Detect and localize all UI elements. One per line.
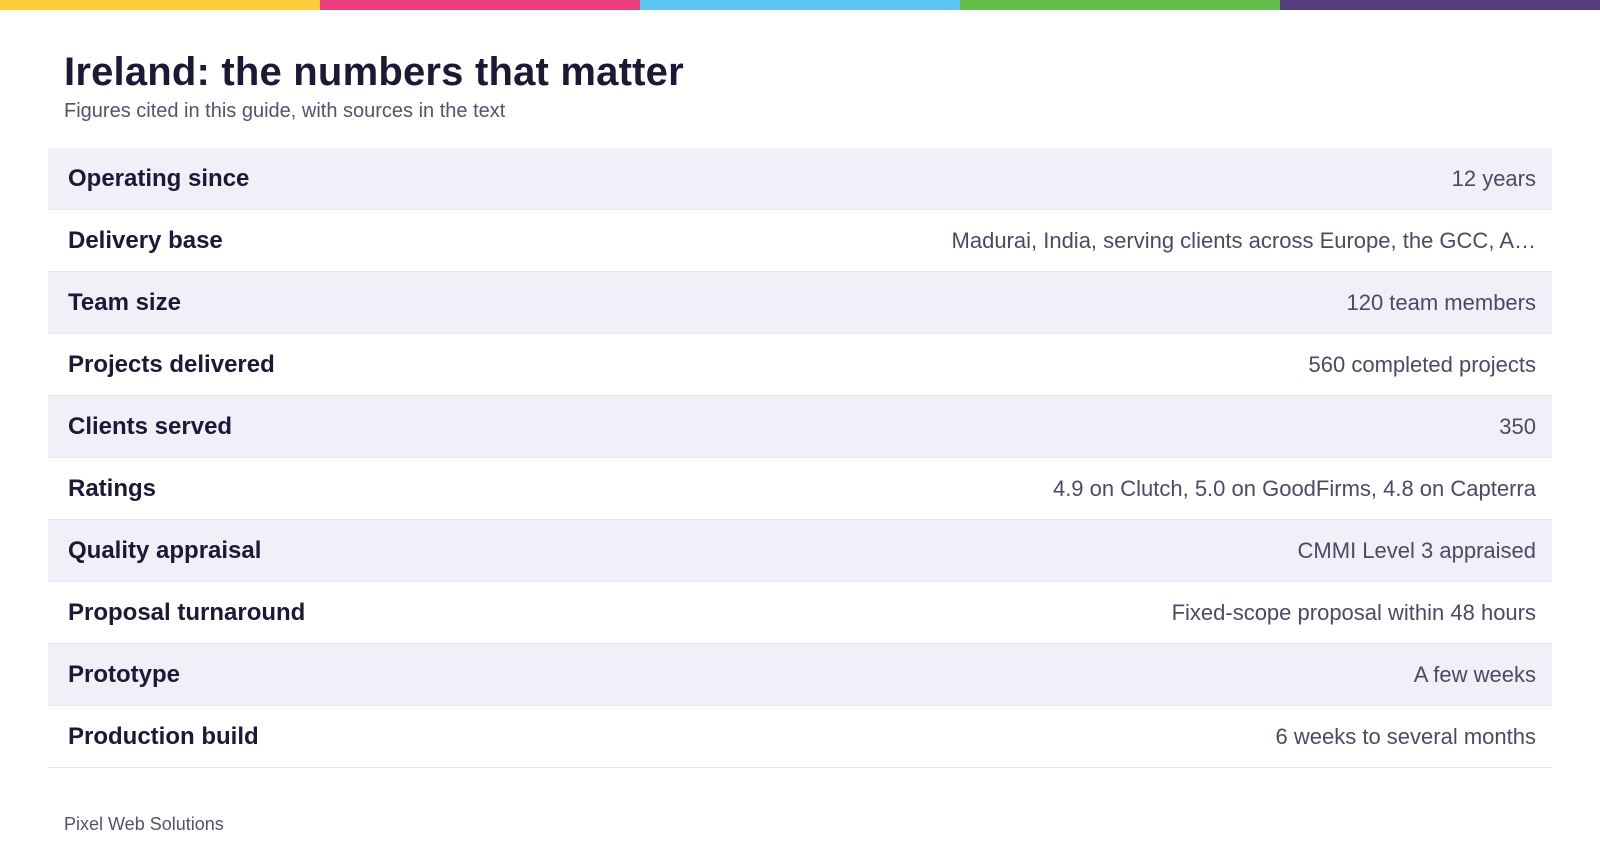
footer-brand: Pixel Web Solutions: [64, 814, 224, 834]
stripe-segment-green: [960, 0, 1280, 10]
fact-row-team-size: Team size 120 team members: [48, 272, 1552, 334]
fact-value: 560 completed projects: [1308, 351, 1536, 377]
fact-label: Ratings: [68, 474, 157, 502]
stripe-segment-pink: [320, 0, 640, 10]
fact-label: Quality appraisal: [68, 536, 262, 564]
fact-row-production-build: Production build 6 weeks to several mont…: [48, 706, 1552, 768]
fact-row-operating-since: Operating since 12 years: [48, 148, 1552, 210]
fact-value: A few weeks: [1413, 661, 1536, 687]
fact-row-prototype: Prototype A few weeks: [48, 644, 1552, 706]
fact-row-proposal-turnaround: Proposal turnaround Fixed-scope proposal…: [48, 582, 1552, 644]
stripe-segment-blue: [640, 0, 960, 10]
fact-value: 350: [1499, 413, 1536, 439]
stripe-segment-yellow: [0, 0, 320, 10]
fact-row-clients-served: Clients served 350: [48, 396, 1552, 458]
brand-color-stripe: [0, 0, 1600, 10]
fact-label: Prototype: [68, 660, 181, 688]
fact-label: Operating since: [68, 164, 250, 192]
fact-value: 6 weeks to several months: [1275, 723, 1536, 749]
fact-label: Projects delivered: [68, 350, 275, 378]
fact-value: CMMI Level 3 appraised: [1297, 537, 1536, 563]
page: Ireland: the numbers that matter Figures…: [0, 0, 1600, 858]
fact-value: 120 team members: [1346, 289, 1536, 315]
page-subtitle: Figures cited in this guide, with source…: [64, 100, 506, 122]
fact-row-ratings: Ratings 4.9 on Clutch, 5.0 on GoodFirms,…: [48, 458, 1552, 520]
fact-label: Production build: [68, 722, 259, 750]
fact-value: 4.9 on Clutch, 5.0 on GoodFirms, 4.8 on …: [1052, 475, 1536, 501]
page-title: Ireland: the numbers that matter: [64, 50, 684, 94]
fact-label: Team size: [68, 288, 181, 316]
fact-label: Delivery base: [68, 226, 223, 254]
fact-label: Proposal turnaround: [68, 598, 306, 626]
fact-row-delivery-base: Delivery base Madurai, India, serving cl…: [48, 210, 1552, 272]
fact-row-projects-delivered: Projects delivered 560 completed project…: [48, 334, 1552, 396]
facts-table: Operating since 12 years Delivery base M…: [48, 148, 1552, 768]
stripe-segment-purple: [1280, 0, 1600, 10]
fact-value: 12 years: [1451, 165, 1536, 191]
header: Ireland: the numbers that matter Figures…: [64, 48, 1464, 124]
fact-value: Madurai, India, serving clients across E…: [951, 227, 1536, 253]
fact-label: Clients served: [68, 412, 233, 440]
fact-value: Fixed-scope proposal within 48 hours: [1171, 599, 1536, 625]
fact-row-quality-appraisal: Quality appraisal CMMI Level 3 appraised: [48, 520, 1552, 582]
